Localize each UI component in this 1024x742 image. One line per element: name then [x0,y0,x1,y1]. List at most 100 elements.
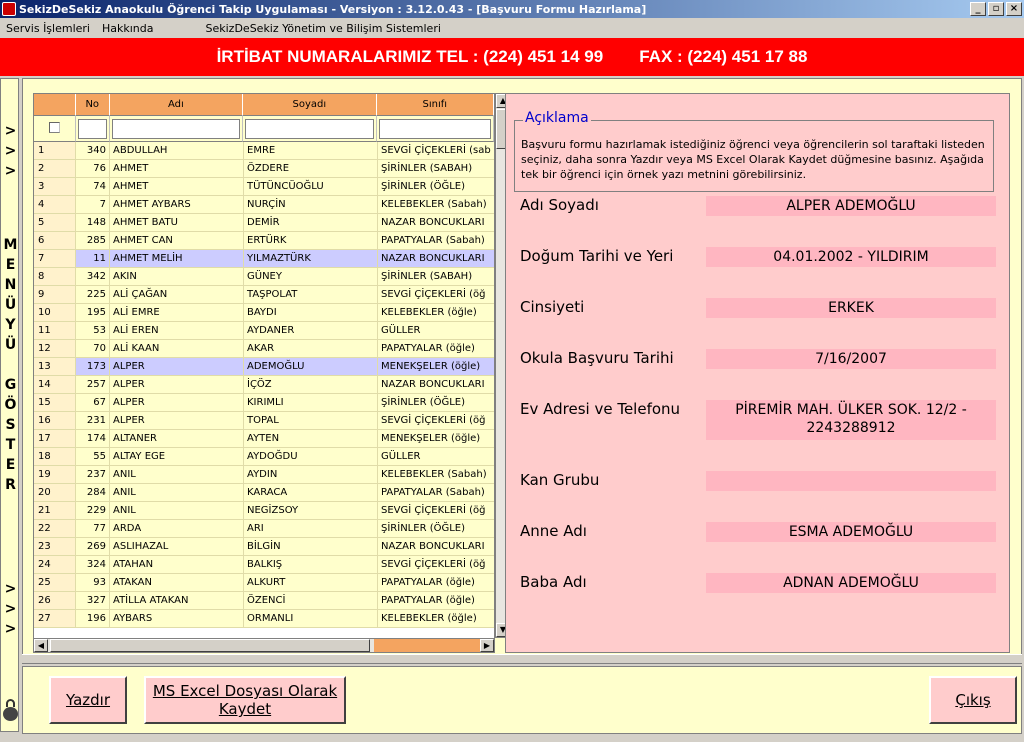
print-button[interactable]: Yazdır [49,676,127,724]
table-row[interactable]: 11 53 ALİ EREN AYDANER GÜLLER [34,322,494,340]
excel-export-button[interactable]: MS Excel Dosyası Olarak Kaydet [144,676,346,724]
filter-sinifi-input[interactable] [378,119,491,139]
row-adi: ANIL [110,484,244,501]
table-row[interactable]: 16 231 ALPER TOPAL SEVGİ ÇİÇEKLERİ (öğ [34,412,494,430]
row-no: 231 [76,412,110,429]
table-row[interactable]: 6 285 AHMET CAN ERTÜRK PAPATYALAR (Sabah) [34,232,494,250]
hscroll-thumb[interactable] [50,639,370,652]
table-row[interactable]: 5 148 AHMET BATU DEMİR NAZAR BONCUKLARI [34,214,494,232]
row-sinifi: PAPATYALAR (öğle) [378,574,494,591]
row-soyadi: TOPAL [244,412,378,429]
row-index: 11 [34,322,76,339]
row-soyadi: TÜTÜNCÜOĞLU [244,178,378,195]
table-row[interactable]: 10 195 ALİ EMRE BAYDI KELEBEKLER (öğle) [34,304,494,322]
select-all-checkbox[interactable] [48,122,60,133]
filter-no-input[interactable] [77,119,107,139]
row-sinifi: PAPATYALAR (Sabah) [378,484,494,501]
row-no: 174 [76,430,110,447]
grid-rows: 1 340 ABDULLAH EMRE SEVGİ ÇİÇEKLERİ (sab 2 76 A… [34,142,494,628]
row-soyadi: TAŞPOLAT [244,286,378,303]
table-row[interactable]: 15 67 ALPER KIRIMLI ŞİRİNLER (ÖĞLE) [34,394,494,412]
table-row[interactable]: 4 7 AHMET AYBARS NURÇİN KELEBEKLER (Sabah) [34,196,494,214]
row-no: 285 [76,232,110,249]
row-adi: AHMET [110,178,244,195]
menu-bar: Servis İşlemleri Hakkında SekizDeSekiz Y… [0,18,1024,38]
close-button[interactable]: × [1006,2,1022,16]
app-icon [2,2,16,16]
window-title: SekizDeSekiz Anaokulu Öğrenci Takip Uygu… [19,2,647,16]
field-label: Baba Adı [520,573,587,591]
main-panel: No Adı Soyadı Sınıfı 1 340 ABDULLAH EMRE SEV… [22,78,1022,662]
field-value: PİREMİR MAH. ÜLKER SOK. 12/2 - 224328891… [706,400,996,440]
row-adi: ALPER [110,376,244,393]
row-sinifi: NAZAR BONCUKLARI [378,376,494,393]
table-row[interactable]: 3 74 AHMET TÜTÜNCÜOĞLU ŞİRİNLER (ÖĞLE) [34,178,494,196]
row-no: 327 [76,592,110,609]
row-adi: ALİ EMRE [110,304,244,321]
row-index: 12 [34,340,76,357]
row-index: 6 [34,232,76,249]
field-value: ERKEK [706,298,996,318]
table-row[interactable]: 22 77 ARDA ARI ŞİRİNLER (ÖĞLE) [34,520,494,538]
table-row[interactable]: 18 55 ALTAY EGE AYDOĞDU GÜLLER [34,448,494,466]
table-row[interactable]: 20 284 ANIL KARACA PAPATYALAR (Sabah) [34,484,494,502]
row-soyadi: YILMAZTÜRK [244,250,378,267]
table-row[interactable]: 12 70 ALİ KAAN AKAR PAPATYALAR (öğle) [34,340,494,358]
table-row[interactable]: 9 225 ALİ ÇAĞAN TAŞPOLAT SEVGİ ÇİÇEKLERİ (öğ [34,286,494,304]
table-row[interactable]: 24 324 ATAHAN BALKIŞ SEVGİ ÇİÇEKLERİ (öğ [34,556,494,574]
row-soyadi: İÇÖZ [244,376,378,393]
row-no: 196 [76,610,110,627]
table-row[interactable]: 8 342 AKIN GÜNEY ŞİRİNLER (SABAH) [34,268,494,286]
table-row[interactable]: 2 76 AHMET ÖZDERE ŞİRİNLER (SABAH) [34,160,494,178]
minimize-button[interactable]: _ [970,2,986,16]
header-adi[interactable]: Adı [109,94,244,116]
row-soyadi: AKAR [244,340,378,357]
grid-horizontal-scrollbar[interactable]: ◀ ▶ [33,638,495,653]
scroll-right-icon[interactable]: ▶ [480,639,494,652]
row-soyadi: ÖZDERE [244,160,378,177]
table-row[interactable]: 21 229 ANIL NEGİZSOY SEVGİ ÇİÇEKLERİ (öğ [34,502,494,520]
table-row[interactable]: 27 196 AYBARS ORMANLI KELEBEKLER (öğle) [34,610,494,628]
row-adi: ARDA [110,520,244,537]
table-row[interactable]: 13 173 ALPER ADEMOĞLU MENEKŞELER (öğle) [34,358,494,376]
scroll-left-icon[interactable]: ◀ [34,639,48,652]
row-adi: AHMET CAN [110,232,244,249]
filter-soyadi-input[interactable] [245,119,374,139]
header-sinifi[interactable]: Sınıfı [376,94,494,116]
table-row[interactable]: 7 11 AHMET MELİH YILMAZTÜRK NAZAR BONCUKLARI [34,250,494,268]
menu-system-name: SekizDeSekiz Yönetim ve Bilişim Sistemle… [205,21,441,35]
menu-hakkinda[interactable]: Hakkında [96,22,160,35]
row-sinifi: KELEBEKLER (öğle) [378,610,494,627]
exit-button[interactable]: Çıkış [929,676,1017,724]
table-row[interactable]: 14 257 ALPER İÇÖZ NAZAR BONCUKLARI [34,376,494,394]
table-row[interactable]: 25 93 ATAKAN ALKURT PAPATYALAR (öğle) [34,574,494,592]
row-index: 19 [34,466,76,483]
row-index: 20 [34,484,76,501]
table-row[interactable]: 17 174 ALTANER AYTEN MENEKŞELER (öğle) [34,430,494,448]
row-index: 14 [34,376,76,393]
row-adi: ALİ EREN [110,322,244,339]
row-no: 342 [76,268,110,285]
table-row[interactable]: 23 269 ASLIHAZAL BİLGİN NAZAR BONCUKLARI [34,538,494,556]
row-adi: AKIN [110,268,244,285]
table-row[interactable]: 26 327 ATİLLA ATAKAN ÖZENCİ PAPATYALAR (öğle… [34,592,494,610]
header-soyadi[interactable]: Soyadı [243,94,377,116]
row-sinifi: KELEBEKLER (Sabah) [378,196,494,213]
lock-icon[interactable] [3,699,18,727]
menu-toggle-strip[interactable]: > > > M E N Ü Y Ü G Ö S T E R > > > [0,78,19,732]
row-index: 4 [34,196,76,213]
row-adi: AHMET [110,160,244,177]
filter-adi-input[interactable] [111,119,241,139]
header-no[interactable]: No [75,94,110,116]
table-row[interactable]: 19 237 ANIL AYDIN KELEBEKLER (Sabah) [34,466,494,484]
contact-banner: İRTİBAT NUMARALARIMIZ TEL : (224) 451 14… [0,38,1024,76]
row-index: 2 [34,160,76,177]
row-sinifi: KELEBEKLER (Sabah) [378,466,494,483]
row-sinifi: PAPATYALAR (öğle) [378,340,494,357]
restore-button[interactable]: ▫ [988,2,1004,16]
row-soyadi: DEMİR [244,214,378,231]
row-index: 16 [34,412,76,429]
menu-servis-islemleri[interactable]: Servis İşlemleri [0,22,96,35]
table-row[interactable]: 1 340 ABDULLAH EMRE SEVGİ ÇİÇEKLERİ (sab [34,142,494,160]
menu-letter: Y [5,317,16,333]
